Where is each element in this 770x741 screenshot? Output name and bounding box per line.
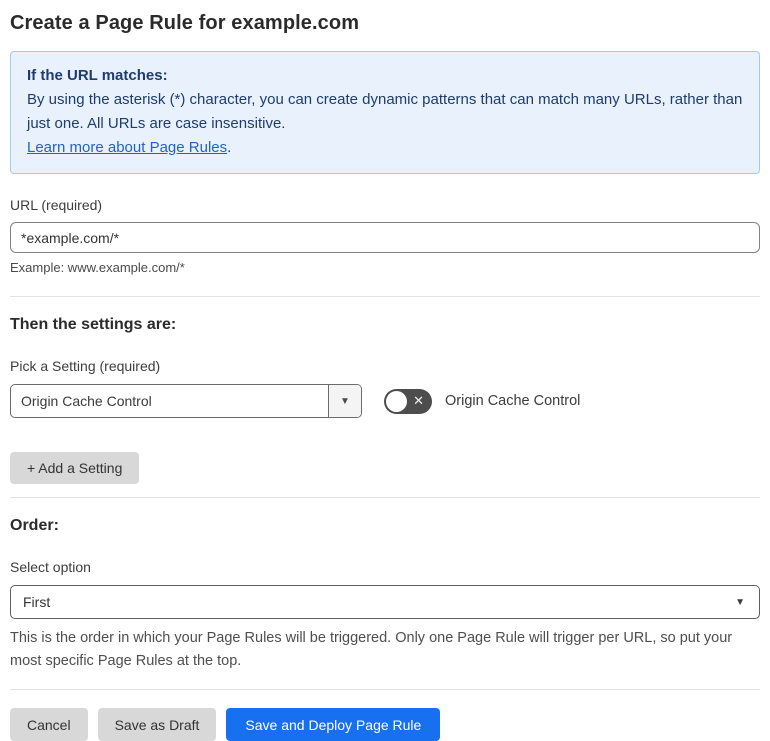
page-title: Create a Page Rule for example.com <box>10 12 360 34</box>
save-as-draft-button[interactable]: Save as Draft <box>97 708 217 741</box>
section-divider <box>10 296 760 297</box>
order-select-dropdown[interactable]: First ▼ <box>10 585 760 619</box>
toggle-label: Origin Cache Control <box>445 393 581 409</box>
url-input[interactable] <box>10 222 760 253</box>
setting-select-arrow-button[interactable]: ▼ <box>328 385 361 417</box>
setting-select-dropdown[interactable]: Origin Cache Control ▼ <box>10 384 362 418</box>
chevron-down-icon: ▼ <box>735 596 745 608</box>
cancel-button[interactable]: Cancel <box>10 708 88 741</box>
learn-more-link[interactable]: Learn more about Page Rules <box>27 139 227 156</box>
order-help-text: This is the order in which your Page Rul… <box>10 630 733 669</box>
url-example-text: Example: www.example.com/* <box>10 260 185 275</box>
order-select-value: First <box>23 594 51 610</box>
order-select-label: Select option <box>10 559 91 575</box>
info-box-heading: If the URL matches: <box>27 67 168 84</box>
setting-select-value: Origin Cache Control <box>21 393 152 409</box>
toggle-knob <box>386 390 407 412</box>
url-match-info-box: If the URL matches: By using the asteris… <box>10 51 760 174</box>
origin-cache-control-toggle[interactable]: ✕ <box>384 388 432 414</box>
chevron-down-icon: ▼ <box>340 395 350 407</box>
info-box-body: By using the asterisk (*) character, you… <box>27 91 743 132</box>
pick-setting-label: Pick a Setting (required) <box>10 358 161 374</box>
section-divider <box>10 689 760 690</box>
info-box-link-line: Learn more about Page Rules. <box>27 136 743 160</box>
setting-row: Origin Cache Control ▼ ✕ Origin Cache Co… <box>10 384 760 418</box>
settings-section-heading: Then the settings are: <box>10 316 177 333</box>
footer-actions: Cancel Save as Draft Save and Deploy Pag… <box>10 708 760 741</box>
order-section-heading: Order: <box>10 517 59 534</box>
add-setting-button[interactable]: + Add a Setting <box>10 452 140 484</box>
toggle-off-x-icon: ✕ <box>413 393 424 408</box>
url-field-label: URL (required) <box>10 197 103 213</box>
link-suffix-period: . <box>227 139 232 156</box>
section-divider <box>10 497 760 498</box>
save-and-deploy-button[interactable]: Save and Deploy Page Rule <box>226 708 441 741</box>
